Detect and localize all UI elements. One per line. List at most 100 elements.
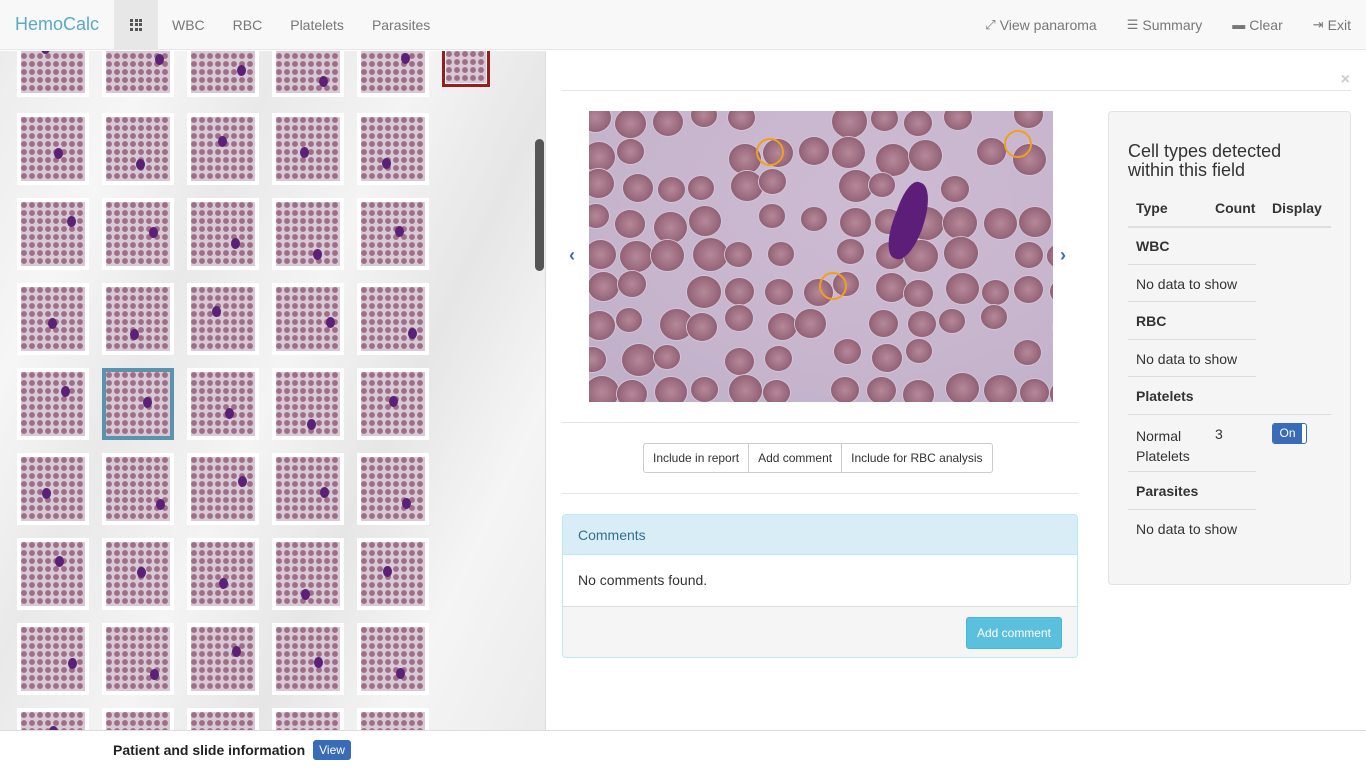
rbc-cell	[1050, 279, 1053, 304]
rbc-cell	[837, 239, 864, 264]
rbc-cell	[832, 137, 865, 168]
thumbnail-image	[21, 117, 85, 181]
slide-thumbnail[interactable]	[102, 538, 174, 610]
slide-thumbnail[interactable]	[17, 538, 89, 610]
slide-thumbnail[interactable]	[272, 51, 344, 97]
slide-thumbnail[interactable]	[272, 708, 344, 730]
thumbnail-scrollbar[interactable]	[535, 139, 544, 271]
slide-thumbnail[interactable]	[187, 283, 259, 355]
nav-wbc[interactable]: WBC	[158, 0, 219, 50]
slide-thumbnail[interactable]	[357, 368, 429, 440]
rbc-cell	[1019, 207, 1051, 237]
slide-thumbnail[interactable]	[102, 708, 174, 730]
wbc-cell	[212, 306, 221, 317]
slide-thumbnail[interactable]	[357, 51, 429, 97]
add-comment-button[interactable]: Add comment	[748, 443, 843, 473]
slide-thumbnail[interactable]	[17, 51, 89, 97]
exit-button[interactable]: ⇥ Exit	[1298, 0, 1366, 50]
slide-thumbnail-current[interactable]	[442, 51, 490, 87]
slide-thumbnail[interactable]	[272, 198, 344, 270]
include-rbc-analysis-button[interactable]: Include for RBC analysis	[841, 443, 993, 473]
grid-view-button[interactable]	[114, 0, 158, 50]
slide-thumbnail[interactable]	[357, 453, 429, 525]
slide-thumbnail[interactable]	[272, 453, 344, 525]
slide-thumbnail[interactable]	[17, 113, 89, 185]
rbc-cell	[622, 344, 656, 376]
slide-thumbnail[interactable]	[187, 51, 259, 97]
slide-thumbnail[interactable]	[102, 51, 174, 97]
slide-thumbnail[interactable]	[272, 113, 344, 185]
slide-thumbnail[interactable]	[102, 623, 174, 695]
nav-parasites[interactable]: Parasites	[358, 0, 444, 50]
slide-thumbnail[interactable]	[17, 283, 89, 355]
rbc-cell	[904, 280, 933, 307]
include-in-report-button[interactable]: Include in report	[643, 443, 750, 473]
slide-thumbnail[interactable]	[17, 708, 89, 730]
slide-thumbnail[interactable]	[187, 708, 259, 730]
thumbnail-image	[191, 287, 255, 351]
thumbnail-image	[276, 51, 340, 93]
slide-thumbnail[interactable]	[272, 368, 344, 440]
slide-thumbnail[interactable]	[102, 453, 174, 525]
thumbnail-image	[276, 457, 340, 521]
close-icon[interactable]: ×	[1341, 71, 1350, 89]
slide-thumbnail[interactable]	[102, 368, 174, 440]
slide-thumbnail[interactable]	[187, 453, 259, 525]
slide-thumbnail[interactable]	[357, 708, 429, 730]
slide-thumbnail[interactable]	[272, 283, 344, 355]
grid-icon	[130, 18, 142, 31]
slide-thumbnail[interactable]	[357, 113, 429, 185]
slide-thumbnail[interactable]	[272, 623, 344, 695]
rbc-cell	[589, 111, 611, 132]
slide-thumbnail[interactable]	[272, 538, 344, 610]
slide-thumbnail[interactable]	[17, 198, 89, 270]
exit-icon: ⇥	[1312, 16, 1324, 32]
platelet-marker[interactable]	[756, 138, 784, 166]
summary-button[interactable]: ☰ Summary	[1112, 0, 1218, 50]
add-comment-submit-button[interactable]: Add comment	[965, 617, 1062, 649]
rbc-cell	[1047, 244, 1053, 268]
rbc-cell	[589, 204, 609, 228]
slide-thumbnail[interactable]	[17, 368, 89, 440]
slide-thumbnail[interactable]	[357, 283, 429, 355]
thumbnail-image	[106, 51, 170, 93]
thumbnail-image	[106, 712, 170, 730]
slide-thumbnail[interactable]	[187, 623, 259, 695]
nav-rbc[interactable]: RBC	[219, 0, 277, 50]
slide-thumbnail[interactable]	[187, 198, 259, 270]
slide-thumbnail[interactable]	[187, 368, 259, 440]
thumbnail-image	[276, 712, 340, 730]
top-navbar: HemoCalc WBC RBC Platelets Parasites ⤢ V…	[0, 0, 1366, 50]
rbc-cell	[799, 137, 829, 165]
slide-thumbnail[interactable]	[102, 113, 174, 185]
platelet-marker[interactable]	[819, 272, 847, 300]
row-divider	[1128, 471, 1256, 472]
slide-thumbnail[interactable]	[357, 623, 429, 695]
wbc-cell	[232, 646, 241, 657]
view-panorama-button[interactable]: ⤢ View panaroma	[970, 0, 1111, 50]
field-image[interactable]	[589, 111, 1053, 402]
platelet-marker[interactable]	[1004, 130, 1032, 158]
wbc-cell	[42, 488, 51, 499]
row-divider	[1128, 339, 1256, 340]
rbc-cell	[1020, 379, 1049, 402]
view-patient-info-button[interactable]: View	[313, 739, 351, 760]
slide-thumbnail[interactable]	[187, 113, 259, 185]
normal-platelets-display-toggle[interactable]: On	[1272, 423, 1307, 444]
slide-thumbnail[interactable]	[102, 198, 174, 270]
slide-thumbnail[interactable]	[187, 538, 259, 610]
rbc-cell	[725, 305, 753, 331]
brand-logo[interactable]: HemoCalc	[0, 0, 114, 50]
slide-thumbnail[interactable]	[357, 198, 429, 270]
thumbnail-image	[361, 627, 425, 691]
clear-button[interactable]: ▬ Clear	[1217, 0, 1297, 50]
slide-thumbnail[interactable]	[17, 453, 89, 525]
wbc-cell	[61, 386, 70, 397]
rbc-cell	[984, 208, 1017, 239]
chevron-right-icon[interactable]: ›	[1060, 245, 1066, 266]
slide-thumbnail[interactable]	[102, 283, 174, 355]
slide-thumbnail[interactable]	[357, 538, 429, 610]
slide-thumbnail[interactable]	[17, 623, 89, 695]
nav-platelets[interactable]: Platelets	[276, 0, 358, 50]
chevron-left-icon[interactable]: ‹	[569, 245, 575, 266]
